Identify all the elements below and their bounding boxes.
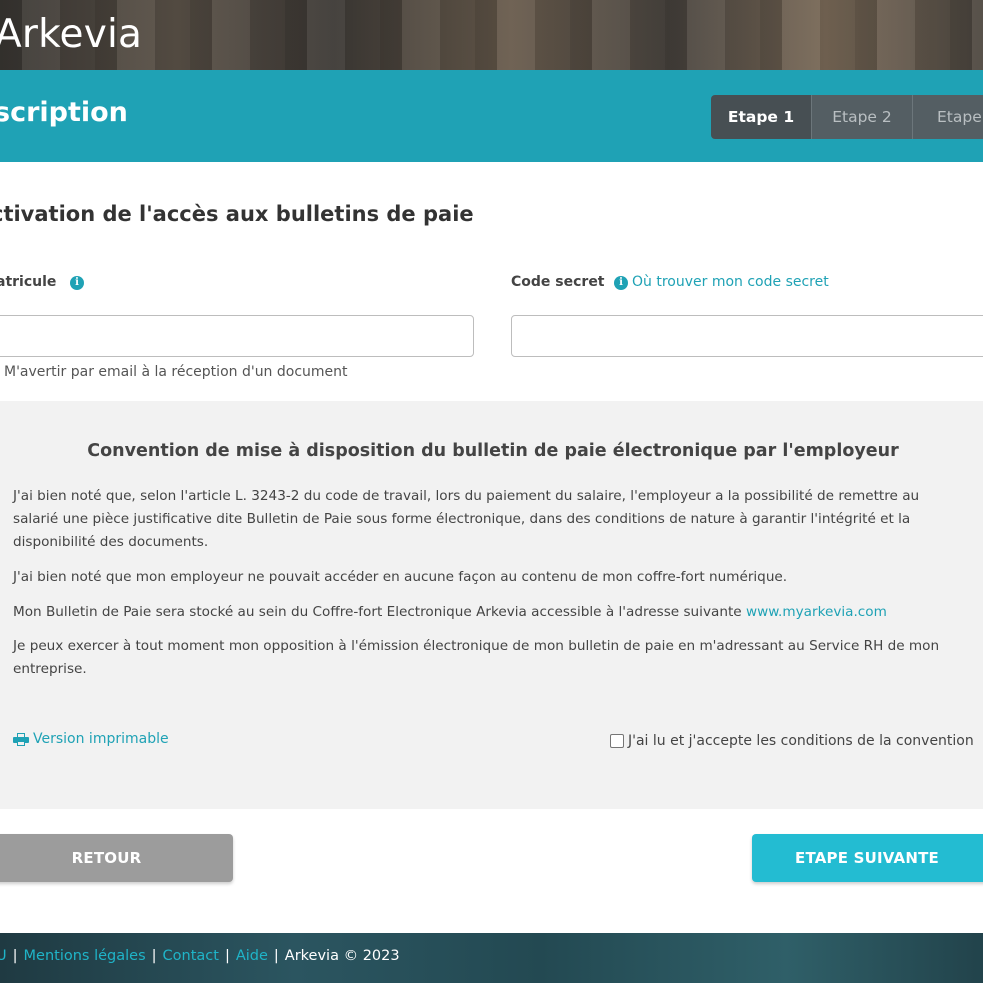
back-button[interactable]: RETOUR <box>0 834 233 882</box>
printer-icon <box>13 732 29 746</box>
next-step-button[interactable]: ETAPE SUIVANTE <box>752 834 983 882</box>
footer-link-contact[interactable]: Contact <box>163 948 219 964</box>
page-title: scription <box>0 97 128 128</box>
accept-convention[interactable]: J'ai lu et j'accepte les conditions de l… <box>610 733 974 749</box>
printable-version-link[interactable]: Version imprimable <box>13 731 169 747</box>
footer: U | Mentions légales | Contact | Aide | Arkevia … <box>0 933 983 983</box>
accept-label: J'ai lu et j'accepte les conditions de l… <box>628 733 974 749</box>
header-banner: Arkevia <box>0 0 983 70</box>
matricule-input[interactable] <box>0 315 474 357</box>
matricule-label: atricule <box>0 274 57 290</box>
code-secret-input[interactable] <box>511 315 983 357</box>
arkevia-logo[interactable]: Arkevia <box>0 12 142 57</box>
footer-link-help[interactable]: Aide <box>236 948 268 964</box>
step-2: Etape 2 <box>812 95 913 139</box>
footer-link-cgu[interactable]: U <box>0 948 7 964</box>
step-3: Etape <box>913 95 983 139</box>
step-indicator: Etape 1 Etape 2 Etape <box>711 95 983 139</box>
info-icon[interactable]: i <box>70 276 84 290</box>
section-title: ctivation de l'accès aux bulletins de pa… <box>0 202 474 226</box>
convention-panel: Convention de mise à disposition du bull… <box>0 401 983 809</box>
convention-paragraph: Mon Bulletin de Paie sera stocké au sein… <box>13 601 963 624</box>
step-1: Etape 1 <box>711 95 812 139</box>
footer-copyright: Arkevia © 2023 <box>284 948 400 964</box>
myarkevia-link[interactable]: www.myarkevia.com <box>746 604 887 620</box>
info-icon: i <box>614 276 628 290</box>
title-bar: scription Etape 1 Etape 2 Etape <box>0 70 983 162</box>
convention-title: Convention de mise à disposition du bull… <box>87 441 899 461</box>
footer-links: U | Mentions légales | Contact | Aide | Arkevia … <box>0 948 400 964</box>
convention-paragraph: Je peux exercer à tout moment mon opposi… <box>13 638 940 677</box>
convention-paragraph: J'ai bien noté que, selon l'article L. 3… <box>13 488 920 550</box>
accept-checkbox[interactable] <box>610 734 624 748</box>
footer-link-legal[interactable]: Mentions légales <box>24 948 146 964</box>
printable-version-label: Version imprimable <box>33 731 169 747</box>
convention-text: Mon Bulletin de Paie sera stocké au sein… <box>13 604 746 620</box>
code-secret-help-link[interactable]: Où trouver mon code secret <box>632 274 829 290</box>
convention-paragraph: J'ai bien noté que mon employeur ne pouv… <box>13 569 788 585</box>
code-secret-label: Code secret <box>511 274 605 290</box>
email-notify-label[interactable]: M'avertir par email à la réception d'un … <box>4 364 348 380</box>
